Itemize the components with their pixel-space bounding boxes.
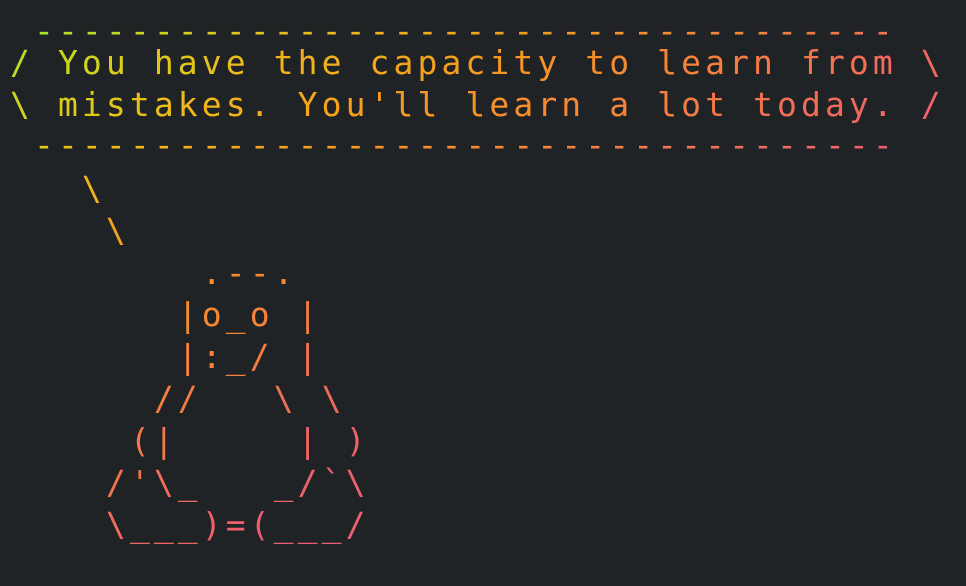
tux-line: |o_o | bbox=[177, 295, 322, 334]
tux-line: \ bbox=[105, 211, 130, 250]
tux-line: (| | ) bbox=[129, 421, 370, 460]
tux-line: \___)=(___/ bbox=[105, 505, 370, 544]
bubble-bottom-border: ------------------------------------ bbox=[33, 125, 897, 164]
tux-line: /'\_ _/`\ bbox=[105, 463, 370, 502]
tux-line: |:_/ | bbox=[177, 337, 322, 376]
tux-line: \ bbox=[81, 169, 106, 208]
bubble-text-line-1: / You have the capacity to learn from \ bbox=[10, 43, 945, 82]
tux-line: .--. bbox=[201, 253, 298, 292]
tux-line: // \ \ bbox=[153, 379, 346, 418]
bubble-text-line-2: \ mistakes. You'll learn a lot today. / bbox=[10, 85, 945, 124]
terminal-window[interactable]: ------------------------------------ / Y… bbox=[0, 0, 966, 586]
